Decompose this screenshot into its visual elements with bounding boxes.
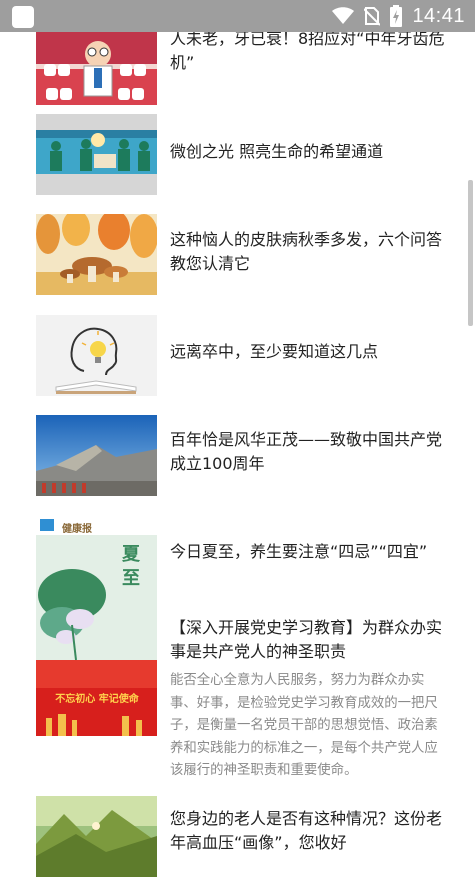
poster-text: 夏至	[122, 544, 140, 589]
article-thumbnail[interactable]	[36, 214, 157, 295]
article-thumbnail[interactable]	[36, 114, 157, 195]
banner-text: 不忘初心 牢记使命	[55, 694, 139, 705]
list-item[interactable]: 不忘初心 牢记使命 【深入开展党史学习教育】为群众办实事是共产党人的神圣职责 能…	[0, 608, 475, 783]
list-item[interactable]: 您身边的老人是否有这种情况？这份老年高血压“画像”，您收好	[0, 783, 475, 883]
list-item[interactable]: 百年恰是风华正茂——致敬中国共产党成立100周年	[0, 408, 475, 508]
article-title[interactable]: 百年恰是风华正茂——致敬中国共产党成立100周年	[170, 428, 445, 476]
list-item[interactable]: 微创之光 照亮生命的希望通道	[0, 108, 475, 208]
article-title[interactable]: 您身边的老人是否有这种情况？这份老年高血压“画像”，您收好	[170, 807, 445, 855]
article-title[interactable]: 远离卒中，至少要知道这几点	[170, 340, 445, 364]
list-item[interactable]: 这种恼人的皮肤病秋季多发，六个问答教您认清它	[0, 208, 475, 308]
scrollbar[interactable]	[468, 180, 473, 326]
list-item[interactable]: 远离卒中，至少要知道这几点	[0, 308, 475, 408]
list-item[interactable]: 健康报 夏至 今日夏至，养生要注意“四忌”“四宜”	[0, 508, 475, 660]
status-bar: 14:41	[0, 0, 475, 32]
article-thumbnail[interactable]: 不忘初心 牢记使命	[36, 660, 157, 736]
article-thumbnail[interactable]	[36, 415, 157, 496]
article-description: 能否全心全意为人民服务，努力为群众办实事、好事，是检验党史学习教育成效的一把尺子…	[170, 673, 438, 778]
article-title[interactable]: 人未老，牙已衰！8招应对“中年牙齿危机”	[170, 27, 445, 75]
article-title[interactable]: 今日夏至，养生要注意“四忌”“四宜”	[170, 540, 445, 564]
battery-charging-icon	[390, 5, 403, 27]
article-thumbnail[interactable]	[36, 796, 157, 877]
app-icon	[12, 6, 34, 28]
wifi-icon	[332, 7, 355, 24]
article-title[interactable]: 微创之光 照亮生命的希望通道	[170, 140, 445, 164]
status-time: 14:41	[412, 4, 465, 27]
poster-brand: 健康报	[62, 524, 92, 535]
article-thumbnail[interactable]	[36, 315, 157, 396]
no-sim-icon	[364, 7, 381, 26]
article-title[interactable]: 这种恼人的皮肤病秋季多发，六个问答教您认清它	[170, 228, 445, 276]
article-thumbnail[interactable]	[36, 24, 157, 105]
article-title[interactable]: 【深入开展党史学习教育】为群众办实事是共产党人的神圣职责	[170, 616, 445, 664]
